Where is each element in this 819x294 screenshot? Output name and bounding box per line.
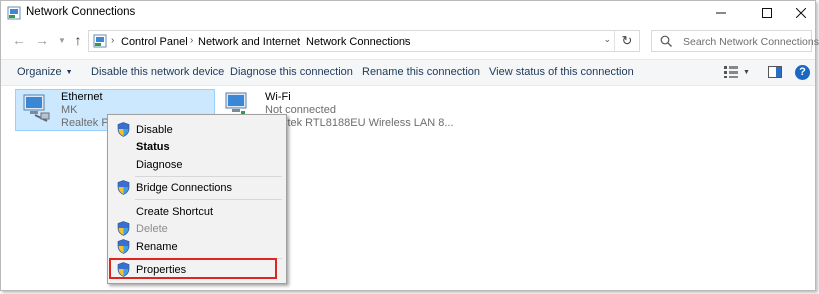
menu-label-bridge-connections: Bridge Connections (136, 182, 233, 194)
menu-label-diagnose: Diagnose (136, 159, 183, 171)
organize-button[interactable]: Organize ▼ (17, 66, 73, 78)
wifi-name[interactable]: Wi-Fi (265, 91, 291, 103)
chevron-down-icon: ▼ (58, 36, 66, 45)
menu-item-create-shortcut[interactable]: Create Shortcut (108, 203, 286, 221)
dropdown-arrow-icon: ▼ (65, 69, 73, 76)
menu-label-status: Status (136, 141, 170, 153)
minimize-icon (716, 12, 726, 14)
menu-item-rename[interactable]: Rename (108, 238, 286, 256)
back-button[interactable]: ← (11, 32, 27, 48)
chevron-right-icon: › (111, 35, 115, 46)
close-icon (796, 8, 806, 18)
back-arrow-icon: ← (12, 32, 26, 48)
help-icon[interactable]: ? (795, 65, 810, 80)
command-bar: Organize ▼ Disable this network device Di… (1, 59, 815, 86)
disable-device-button[interactable]: Disable this network device (91, 66, 224, 78)
change-view-icon[interactable] (724, 66, 738, 78)
preview-pane-icon[interactable] (768, 66, 782, 78)
forward-arrow-icon: → (35, 32, 49, 48)
close-button[interactable] (784, 3, 818, 23)
menu-item-disable[interactable]: Disable (108, 121, 286, 139)
menu-label-rename: Rename (136, 241, 178, 253)
refresh-button[interactable]: ↻ (614, 31, 639, 51)
search-icon (660, 35, 672, 47)
search-box[interactable]: Search Network Connections (651, 30, 819, 52)
ethernet-network: MK (61, 104, 78, 116)
refresh-icon: ↻ (621, 33, 633, 48)
shield-icon (117, 180, 130, 195)
shield-icon (117, 221, 130, 236)
breadcrumb-network-and-internet[interactable]: Network and Internet (198, 36, 300, 48)
maximize-icon (762, 8, 772, 18)
menu-item-delete[interactable]: Delete (108, 220, 286, 238)
rename-connection-button[interactable]: Rename this connection (362, 66, 480, 78)
breadcrumb-network-connections[interactable]: Network Connections (306, 36, 411, 48)
menu-label-disable: Disable (136, 124, 173, 136)
view-status-button[interactable]: View status of this connection (489, 66, 634, 78)
chevron-right-icon: › (404, 35, 408, 46)
menu-item-bridge-connections[interactable]: Bridge Connections (108, 179, 286, 197)
up-button[interactable]: ↑ (70, 32, 86, 48)
menu-item-diagnose[interactable]: Diagnose (108, 156, 286, 174)
view-options-dropdown-icon[interactable]: ▼ (743, 69, 750, 76)
chevron-right-icon: › (297, 35, 301, 46)
up-arrow-icon: ↑ (74, 32, 82, 48)
control-panel-icon (93, 34, 107, 48)
diagnose-connection-button[interactable]: Diagnose this connection (230, 66, 353, 78)
wifi-adapter: ltek RTL8188EU Wireless LAN 8... (285, 117, 454, 129)
recent-locations-button[interactable]: ▼ (54, 36, 70, 45)
network-connections-icon (7, 6, 21, 20)
maximize-button[interactable] (750, 3, 784, 23)
forward-button[interactable]: → (34, 32, 50, 48)
ethernet-adapter-icon (23, 94, 50, 122)
search-placeholder: Search Network Connections (683, 36, 819, 48)
menu-label-create-shortcut: Create Shortcut (136, 206, 214, 218)
address-bar[interactable]: › Control Panel › Network and Internet ›… (88, 30, 640, 52)
address-dropdown-icon[interactable]: ⌄ (603, 34, 611, 45)
ethernet-name: Ethernet (61, 91, 103, 103)
minimize-button[interactable] (704, 3, 738, 23)
menu-label-delete: Delete (136, 223, 168, 235)
chevron-right-icon: › (190, 35, 194, 46)
menu-item-status[interactable]: Status (108, 138, 286, 156)
menu-separator (135, 199, 282, 200)
shield-icon (117, 122, 130, 137)
breadcrumb-control-panel[interactable]: Control Panel (121, 36, 188, 48)
menu-separator (135, 176, 282, 177)
shield-icon (117, 239, 130, 254)
explorer-window: Network Connections ← → ▼ ↑ › Control Pa… (0, 0, 819, 291)
window-title: Network Connections (26, 6, 136, 18)
title-bar: Network Connections (1, 1, 815, 25)
properties-highlight-box (109, 258, 277, 279)
organize-label: Organize (17, 66, 62, 78)
